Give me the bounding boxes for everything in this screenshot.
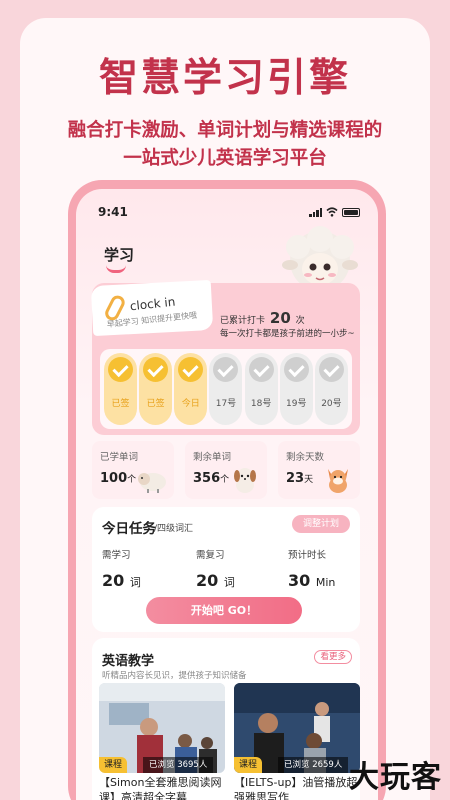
stat-number: 100 bbox=[100, 471, 128, 486]
metric-unit: 词 bbox=[223, 576, 235, 589]
check-icon bbox=[248, 357, 274, 382]
adjust-plan-button[interactable]: 调整计划 bbox=[292, 515, 350, 533]
checkin-days: 已签 已签 今日 17号 18号 19号 20号 bbox=[100, 349, 352, 429]
course-name: 【IELTS-up】油管播放超强雅思写作 bbox=[234, 776, 358, 800]
english-courses-section: 英语教学 听精品内容长见识，提供孩子知识储备 看更多 课程 已浏览 3695人 … bbox=[92, 638, 360, 800]
checkin-tab: clock in 早起学习 知识提升更快哦 bbox=[90, 279, 214, 337]
stat-number: 356 bbox=[193, 471, 221, 486]
stat-learned-words[interactable]: 已学单词 100个 bbox=[92, 441, 174, 499]
stat-unit: 个 bbox=[127, 475, 137, 485]
stats-row: 已学单词 100个 剩余单词 356个 剩余天数 23天 bbox=[92, 441, 360, 499]
status-time: 9:41 bbox=[98, 205, 128, 219]
metric-duration: 预计时长 30 Min bbox=[288, 547, 368, 590]
clock-in-label: clock in bbox=[129, 294, 176, 314]
metric-unit: 词 bbox=[129, 576, 141, 589]
metric-to-review: 需复习 20 词 bbox=[196, 547, 276, 590]
task-title: 今日任务 bbox=[102, 521, 156, 537]
metric-value: 20 词 bbox=[102, 571, 182, 590]
course-views: 已浏览 2659人 bbox=[278, 757, 349, 773]
course-card[interactable]: 课程 已浏览 3695人 【Simon全套雅思阅读网课】高清超全字幕 bbox=[99, 683, 225, 800]
course-views: 已浏览 3695人 bbox=[143, 757, 214, 773]
checkin-day-label: 已签 bbox=[111, 399, 130, 409]
wifi-icon bbox=[326, 207, 338, 217]
checkin-total-prefix: 已累计打卡 bbox=[220, 316, 266, 326]
checkin-day-label: 已签 bbox=[146, 399, 165, 409]
checkin-day[interactable]: 17号 bbox=[209, 353, 243, 425]
page-title: 学习 bbox=[104, 246, 135, 264]
checkin-total: 已累计打卡 20 次 bbox=[220, 309, 305, 327]
course-badge: 课程 bbox=[234, 757, 263, 773]
course-thumbnail: 课程 已浏览 3695人 bbox=[99, 683, 225, 773]
metric-number: 20 bbox=[196, 571, 219, 590]
hero-subtitle: 融合打卡激励、单词计划与精选课程的 一站式少儿英语学习平台 bbox=[0, 117, 450, 173]
metric-number: 30 bbox=[288, 571, 311, 590]
check-icon bbox=[318, 357, 344, 382]
stat-value: 23天 bbox=[286, 471, 313, 486]
metric-label: 预计时长 bbox=[288, 550, 327, 561]
stat-label: 已学单词 bbox=[100, 452, 139, 463]
hero-title: 智慧学习引擎 bbox=[98, 56, 351, 101]
stat-unit: 个 bbox=[220, 475, 230, 485]
hero-subtitle-line1: 融合打卡激励、单词计划与精选课程的 bbox=[67, 120, 383, 141]
signal-icon bbox=[309, 207, 322, 217]
stat-label: 剩余单词 bbox=[193, 452, 232, 463]
metric-value: 20 词 bbox=[196, 571, 276, 590]
course-name: 【Simon全套雅思阅读网课】高清超全字幕 bbox=[99, 776, 222, 800]
daily-task-card: 今日任务 /四级词汇 调整计划 需学习 20 词 需复习 20 词 预计时长 3… bbox=[92, 507, 360, 632]
checkin-day[interactable]: 已签 bbox=[139, 353, 173, 425]
course-card[interactable]: 课程 已浏览 2659人 【IELTS-up】油管播放超强雅思写作 bbox=[234, 683, 360, 800]
checkin-total-suffix: 次 bbox=[295, 316, 305, 326]
stat-unit: 天 bbox=[304, 475, 314, 485]
watermark-logo: 大玩客 bbox=[349, 760, 442, 795]
check-icon bbox=[178, 357, 204, 382]
metric-value: 30 Min bbox=[288, 571, 368, 590]
checkin-day[interactable]: 今日 bbox=[174, 353, 208, 425]
check-icon bbox=[143, 357, 169, 382]
metric-to-learn: 需学习 20 词 bbox=[102, 547, 182, 590]
checkin-day[interactable]: 19号 bbox=[279, 353, 313, 425]
checkin-day-label: 今日 bbox=[181, 399, 200, 409]
course-thumbnail: 课程 已浏览 2659人 bbox=[234, 683, 360, 773]
status-bar: 9:41 bbox=[94, 205, 360, 221]
status-icons bbox=[309, 207, 360, 217]
sheep-icon bbox=[138, 473, 166, 493]
stat-remaining-words[interactable]: 剩余单词 356个 bbox=[185, 441, 267, 499]
phone-mockup: 9:41 学习 clock in 早起学习 知识提升更快哦 已累计打卡 20 次… bbox=[68, 180, 386, 800]
battery-icon bbox=[342, 207, 360, 217]
checkin-total-count: 20 bbox=[269, 309, 291, 327]
metric-label: 需复习 bbox=[196, 550, 225, 561]
puppy-icon bbox=[234, 468, 256, 493]
fox-icon bbox=[328, 469, 348, 493]
hero-subtitle-line2: 一站式少儿英语学习平台 bbox=[123, 148, 327, 169]
app-screen: 9:41 学习 clock in 早起学习 知识提升更快哦 已累计打卡 20 次… bbox=[76, 189, 378, 800]
metric-unit: Min bbox=[315, 576, 336, 589]
check-icon bbox=[283, 357, 309, 382]
check-icon bbox=[108, 357, 133, 382]
title-underline bbox=[106, 265, 126, 273]
course-badge: 课程 bbox=[99, 757, 128, 773]
clock-in-subtitle: 早起学习 知识提升更快哦 bbox=[106, 310, 198, 330]
task-level: /四级词汇 bbox=[154, 524, 194, 534]
checkin-day-label: 18号 bbox=[250, 399, 272, 409]
checkin-card: clock in 早起学习 知识提升更快哦 已累计打卡 20 次 每一次打卡都是… bbox=[90, 279, 360, 435]
section-subtitle: 听精品内容长见识，提供孩子知识储备 bbox=[102, 671, 247, 681]
section-title: 英语教学 bbox=[102, 654, 155, 669]
stat-value: 100个 bbox=[100, 471, 136, 486]
checkin-day[interactable]: 20号 bbox=[314, 353, 348, 425]
metric-number: 20 bbox=[102, 571, 125, 590]
stat-remaining-days[interactable]: 剩余天数 23天 bbox=[278, 441, 360, 499]
checkin-day-label: 19号 bbox=[286, 399, 307, 409]
stat-number: 23 bbox=[286, 471, 305, 486]
see-more-link[interactable]: 看更多 bbox=[314, 650, 352, 664]
check-icon bbox=[213, 357, 239, 382]
stat-label: 剩余天数 bbox=[286, 452, 325, 463]
checkin-motto: 每一次打卡都是孩子前进的一小步~ bbox=[220, 329, 355, 339]
checkin-day[interactable]: 已签 bbox=[104, 353, 137, 425]
start-button[interactable]: 开始吧 GO！ bbox=[146, 597, 302, 624]
metric-label: 需学习 bbox=[102, 550, 131, 561]
checkin-day[interactable]: 18号 bbox=[244, 353, 278, 425]
checkin-day-label: 17号 bbox=[215, 399, 237, 409]
stat-value: 356个 bbox=[193, 471, 229, 486]
checkin-day-label: 20号 bbox=[321, 399, 342, 409]
